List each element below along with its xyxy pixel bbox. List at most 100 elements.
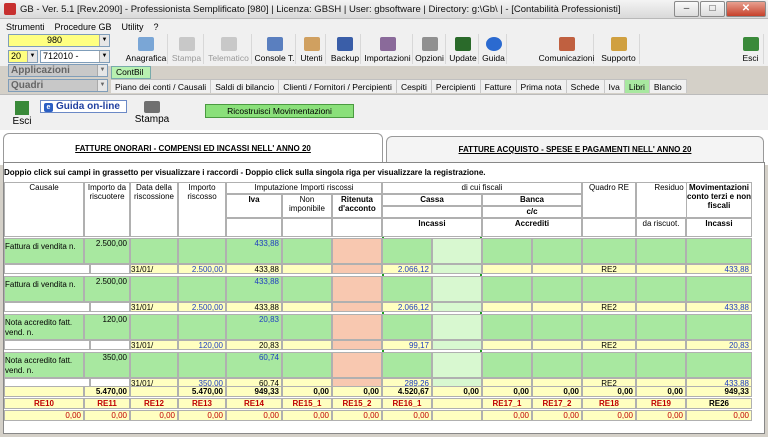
table-row-cell[interactable] <box>636 352 686 378</box>
table-row-quadro[interactable]: RE2 <box>582 340 636 350</box>
utenti-button[interactable]: Utenti <box>298 34 326 64</box>
tab-percipienti[interactable]: Percipienti <box>432 80 481 93</box>
total-cell[interactable]: 949,33 <box>226 386 282 397</box>
tab-libri[interactable]: Libri <box>624 80 650 93</box>
table-row-cell[interactable] <box>482 340 532 350</box>
table-row-cell[interactable] <box>636 340 686 350</box>
table-row-cell[interactable] <box>178 276 226 302</box>
table-row-cell[interactable] <box>432 302 482 312</box>
close-button[interactable]: ✕ <box>726 1 766 17</box>
zero-cell[interactable]: 0,00 <box>636 410 686 421</box>
table-row-cell[interactable] <box>282 264 332 274</box>
code-cell[interactable]: RE18 <box>582 398 636 409</box>
table-row-cell[interactable] <box>332 352 382 378</box>
table-row-quadro[interactable]: RE2 <box>582 302 636 312</box>
table-row-cassa[interactable]: 2.066,12 <box>382 264 432 274</box>
table-row-cell[interactable] <box>282 238 332 264</box>
total-cell[interactable]: 5.470,00 <box>84 386 130 397</box>
table-row-movimentazioni[interactable]: 433,88 <box>686 264 752 274</box>
table-subrow-blank[interactable] <box>4 264 90 274</box>
table-row-cell[interactable] <box>432 352 482 378</box>
table-row-cell[interactable] <box>636 276 686 302</box>
table-row-cell[interactable] <box>332 238 382 264</box>
ricostruisci-button[interactable]: Ricostruisci Movimentazioni <box>205 104 354 118</box>
tab-iva[interactable]: Iva <box>605 80 625 93</box>
table-row-importo[interactable]: 2.500,00 <box>84 238 130 264</box>
table-row-cell[interactable] <box>332 264 382 274</box>
stampa-button[interactable]: Stampa <box>133 101 171 125</box>
code-cell[interactable]: RE15_2 <box>332 398 382 409</box>
table-row-iva-2[interactable]: 433,88 <box>226 264 282 274</box>
table-row-iva[interactable]: 433,88 <box>226 238 282 264</box>
tab-fatture-onorari[interactable]: FATTURE ONORARI - COMPENSI ED INCASSI NE… <box>3 133 383 162</box>
table-row-cell[interactable] <box>636 302 686 312</box>
table-row-cell[interactable] <box>532 302 582 312</box>
table-row-cell[interactable] <box>686 314 752 340</box>
tab-clienti-fornitori[interactable]: Clienti / Fornitori / Percipienti <box>279 80 397 93</box>
table-row-cell[interactable] <box>482 302 532 312</box>
table-row-movimentazioni[interactable]: 20,83 <box>686 340 752 350</box>
code-cell[interactable]: RE15_1 <box>282 398 332 409</box>
table-row-cell[interactable] <box>332 302 382 312</box>
table-row-importo-riscosso[interactable]: 2.500,00 <box>178 264 226 274</box>
total-cell[interactable]: 0,00 <box>582 386 636 397</box>
esci-button[interactable]: Esci <box>8 101 36 127</box>
table-row-cell[interactable] <box>382 276 432 302</box>
guida-online-button[interactable]: e Guida on-line <box>40 100 127 113</box>
supporto-button[interactable]: Supporto <box>598 34 640 64</box>
table-row-cell[interactable] <box>482 264 532 274</box>
menu-strumenti[interactable]: Strumenti <box>6 22 45 32</box>
code-cell[interactable]: RE26 <box>686 398 752 409</box>
esci-toolbar-button[interactable]: Esci <box>738 34 764 64</box>
table-row-cell[interactable] <box>532 314 582 340</box>
table-row-cell[interactable] <box>482 238 532 264</box>
console-button[interactable]: Console T. <box>254 34 296 64</box>
total-cell[interactable]: 0,00 <box>332 386 382 397</box>
tab-cespiti[interactable]: Cespiti <box>397 80 432 93</box>
tab-bilancio[interactable]: Blancio <box>650 80 687 93</box>
update-button[interactable]: Update <box>448 34 479 64</box>
table-row-cell[interactable] <box>282 352 332 378</box>
company-combo[interactable]: 980 ▼ <box>8 34 110 47</box>
tab-schede[interactable]: Schede <box>567 80 605 93</box>
table-row-cell[interactable] <box>130 352 178 378</box>
code-cell[interactable]: RE19 <box>636 398 686 409</box>
table-row-cell[interactable] <box>636 264 686 274</box>
applicazioni-combo[interactable]: Applicazioni ▼ <box>8 64 108 77</box>
year-combo[interactable]: 20 ▼ <box>8 50 38 63</box>
table-row-cell[interactable] <box>382 352 432 378</box>
table-row-movimentazioni[interactable]: 433,88 <box>686 302 752 312</box>
code-cell[interactable]: RE11 <box>84 398 130 409</box>
quadri-combo[interactable]: Quadri ▼ <box>8 79 108 92</box>
table-subrow-blank[interactable] <box>4 302 90 312</box>
comunicazioni-button[interactable]: Comunicazioni <box>539 34 594 64</box>
tab-fatture-acquisto[interactable]: FATTURE ACQUISTO - SPESE E PAGAMENTI NEL… <box>386 136 764 162</box>
table-row-iva[interactable]: 433,88 <box>226 276 282 302</box>
table-row-cell[interactable] <box>582 314 636 340</box>
code-cell[interactable]: RE14 <box>226 398 282 409</box>
table-row-cell[interactable] <box>686 238 752 264</box>
table-row-iva-2[interactable]: 20,83 <box>226 340 282 350</box>
table-row-causale[interactable]: Fattura di vendita n. <box>4 238 84 264</box>
table-row-cell[interactable] <box>178 314 226 340</box>
zero-cell[interactable]: 0,00 <box>4 410 84 421</box>
total-cell[interactable]: 4.520,67 <box>382 386 432 397</box>
menu-help[interactable]: ? <box>154 22 159 32</box>
table-row-cell[interactable] <box>582 238 636 264</box>
table-row-cell[interactable] <box>532 238 582 264</box>
total-cell[interactable]: 5.470,00 <box>178 386 226 397</box>
total-cell[interactable]: 0,00 <box>636 386 686 397</box>
table-row-cell[interactable] <box>636 314 686 340</box>
table-row-importo-riscosso[interactable]: 120,00 <box>178 340 226 350</box>
table-row-cell[interactable] <box>130 276 178 302</box>
zero-cell[interactable]: 0,00 <box>282 410 332 421</box>
tab-piano-dei-conti[interactable]: Piano dei conti / Causali <box>111 80 212 93</box>
table-row-cell[interactable] <box>178 238 226 264</box>
backup-button[interactable]: Backup <box>330 34 361 64</box>
tab-fatture[interactable]: Fatture <box>481 80 517 93</box>
table-row-data[interactable]: 31/01/ <box>130 264 178 274</box>
zero-cell[interactable]: 0,00 <box>226 410 282 421</box>
table-row-cell[interactable] <box>636 238 686 264</box>
table-row-cell[interactable] <box>432 238 482 264</box>
total-cell[interactable]: 0,00 <box>282 386 332 397</box>
